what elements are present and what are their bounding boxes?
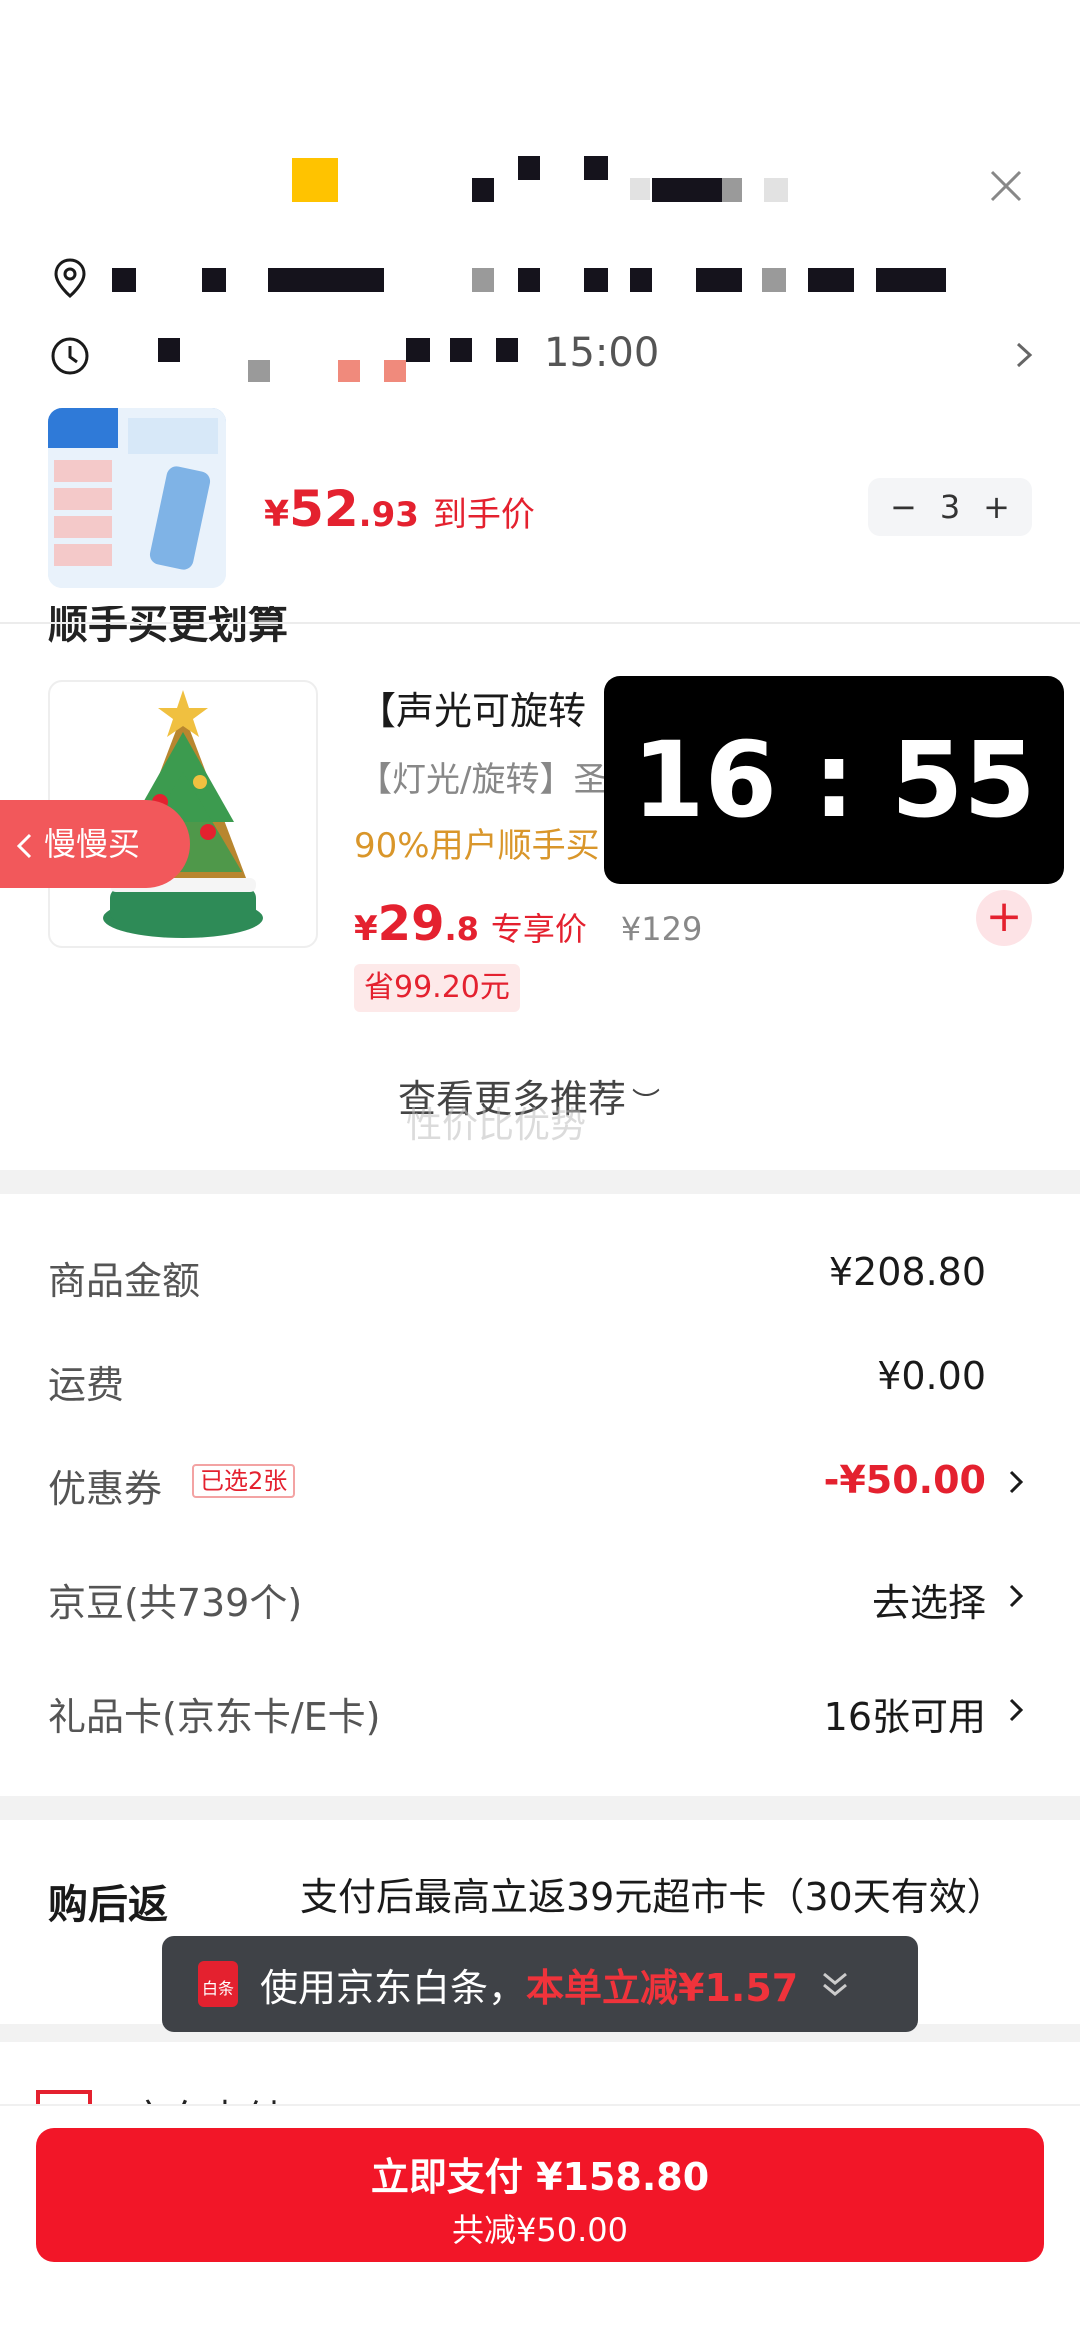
goods-amount-label: 商品金额 (48, 1259, 201, 1303)
redacted-address (202, 268, 226, 292)
increase-button[interactable]: + (983, 488, 1010, 526)
redacted-text (722, 178, 742, 202)
store-logo (292, 158, 338, 202)
recommend-item-subtitle: 【灯光/旋转】圣 (358, 760, 608, 800)
recommend-section-title: 顺手买更划算 (48, 606, 288, 644)
save-badge: 省99.20元 (354, 964, 520, 1012)
gift-card-value[interactable]: 16张可用 (824, 1686, 986, 1741)
redacted-address (696, 268, 742, 292)
jd-beans-value[interactable]: 去选择 (872, 1572, 986, 1627)
add-to-cart-button[interactable]: + (976, 890, 1032, 946)
product-price: ¥52.93 到手价 (264, 480, 535, 538)
slow-buy-tab[interactable]: 慢慢买 (0, 800, 190, 888)
diaper-package-icon (48, 408, 226, 588)
quantity-stepper[interactable]: − 3 + (868, 478, 1032, 536)
coupon-label: 优惠券 (48, 1467, 163, 1511)
original-price: ¥129 (620, 910, 703, 948)
chevron-right-icon[interactable] (1006, 1466, 1026, 1498)
redacted-address (584, 268, 608, 292)
chevron-right-icon[interactable] (1012, 338, 1036, 372)
redacted-time (496, 338, 518, 362)
chevron-left-icon (16, 833, 32, 859)
redacted-address (518, 268, 540, 292)
redacted-text (630, 178, 650, 200)
timer-overlay: 16 : 55 (604, 676, 1064, 884)
redacted-text (472, 178, 494, 202)
clock-icon (51, 337, 89, 375)
coupon-selected-tag: 已选2张 (192, 1464, 296, 1498)
decrease-button[interactable]: − (890, 488, 917, 526)
redacted-address (876, 268, 946, 292)
redacted-time (338, 360, 360, 382)
redacted-address (472, 268, 494, 292)
quantity-value: 3 (939, 488, 961, 526)
redacted-text (652, 178, 722, 202)
chevron-right-icon[interactable] (1006, 1694, 1026, 1726)
redacted-address (808, 268, 854, 292)
jd-beans-label: 京豆(共739个) (48, 1581, 303, 1625)
redacted-text (584, 156, 608, 180)
location-pin-icon (54, 258, 86, 298)
rebate-label: 购后返 (48, 1882, 168, 1928)
baitiao-banner[interactable]: 白条 使用京东白条， 本单立减¥1.57 (162, 1936, 918, 2032)
redacted-time (450, 338, 472, 362)
recommend-item-name[interactable]: 【声光可旋转 (358, 680, 586, 735)
redacted-time (384, 360, 406, 382)
section-gap (0, 1796, 1080, 1820)
divider (0, 622, 1080, 624)
recommend-item-user-pct: 90%用户顺手买 (354, 826, 600, 866)
chevron-right-icon[interactable] (1006, 1580, 1026, 1612)
redacted-address (112, 268, 136, 292)
redacted-address (630, 268, 652, 292)
redacted-text (518, 156, 540, 180)
double-chevron-down-icon (823, 1972, 848, 1996)
redacted-time (248, 360, 270, 382)
baitiao-icon: 白条 (198, 1961, 238, 2007)
recommend-item-price: ¥29.8 专享价 ¥129 (354, 896, 703, 952)
chevron-down-icon: ︶ (632, 1086, 661, 1119)
product-thumbnail[interactable] (48, 408, 226, 588)
redacted-address (268, 268, 384, 292)
redacted-time (406, 338, 430, 362)
coupon-value[interactable]: -¥50.00 (824, 1458, 986, 1502)
watermark: 性价比优势 (406, 1105, 587, 1146)
shipping-label: 运费 (48, 1363, 125, 1407)
redacted-time (158, 338, 180, 362)
shipping-value: ¥0.00 (877, 1354, 986, 1398)
rebate-text: 支付后最高立返39元超市卡（30天有效） (300, 1875, 1005, 1919)
gift-card-label: 礼品卡(京东卡/E卡) (48, 1695, 381, 1739)
baitiao-discount: 本单立减¥1.57 (526, 1965, 799, 2010)
delivery-time: 15:00 (544, 330, 660, 376)
section-gap (0, 1170, 1080, 1194)
baitiao-text: 使用京东白条， (260, 1965, 527, 2010)
redacted-address (762, 268, 786, 292)
redacted-text (764, 178, 788, 202)
goods-amount-value: ¥208.80 (828, 1250, 986, 1294)
pay-now-button[interactable]: 立即支付 ¥158.80 共减¥50.00 (36, 2128, 1044, 2262)
close-icon[interactable] (986, 166, 1026, 206)
